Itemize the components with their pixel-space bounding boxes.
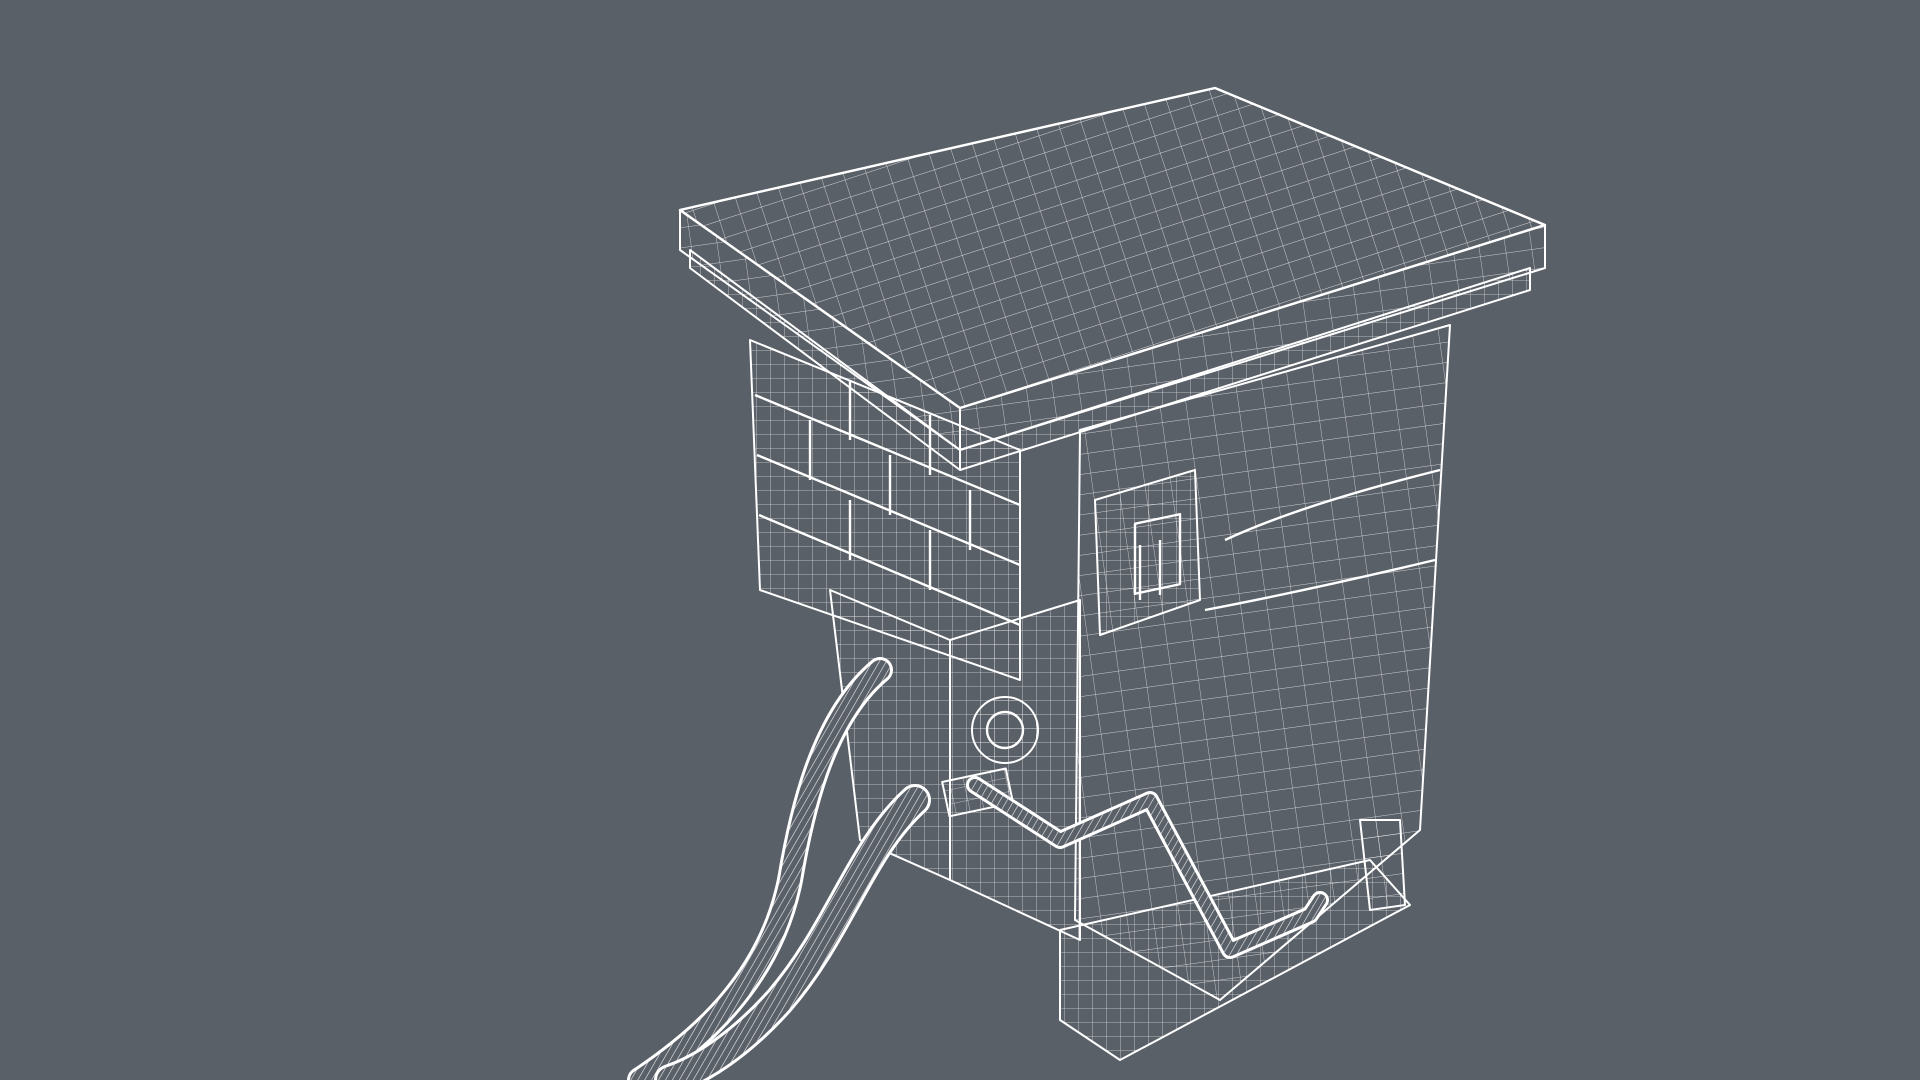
wireframe-scene[interactable] [0, 0, 1920, 1080]
3d-viewport[interactable] [0, 0, 1920, 1080]
